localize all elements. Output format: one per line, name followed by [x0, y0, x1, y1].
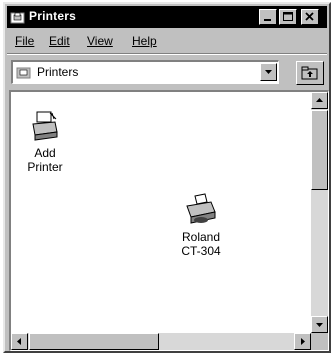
printers-folder-icon: [16, 67, 31, 79]
minimize-icon: [264, 19, 271, 21]
printers-folder-icon: [10, 12, 25, 24]
menu-bar: File Edit View Help: [7, 31, 327, 51]
horizontal-scrollbar[interactable]: [11, 333, 311, 350]
menu-file[interactable]: File: [15, 34, 34, 48]
add-printer-icon: [32, 111, 58, 141]
up-one-level-button[interactable]: [296, 61, 324, 85]
maximize-button[interactable]: [279, 9, 297, 25]
vertical-scrollbar[interactable]: [311, 92, 328, 333]
roland-ct304-item[interactable]: Roland CT-304: [171, 192, 231, 258]
arrow-down-icon: [316, 323, 323, 327]
folder-content-area[interactable]: Add Printer Roland CT-304: [9, 90, 329, 351]
minimize-button[interactable]: [259, 9, 277, 25]
vertical-scroll-thumb[interactable]: [311, 110, 328, 190]
printer-label-line1: Roland: [181, 230, 221, 244]
menu-separator: [7, 53, 327, 55]
menu-help[interactable]: Help: [132, 34, 157, 48]
window-title: Printers: [29, 9, 76, 23]
arrow-left-icon: [17, 338, 21, 345]
arrow-up-icon: [316, 98, 323, 102]
menu-view[interactable]: View: [87, 34, 113, 48]
add-printer-item[interactable]: Add Printer: [15, 110, 75, 174]
address-dropdown-button[interactable]: [260, 63, 277, 81]
address-combobox[interactable]: Printers: [11, 60, 279, 84]
maximize-icon: [283, 12, 293, 21]
printers-window: Printers File Edit View Help Printers Ad…: [3, 2, 331, 353]
close-button[interactable]: [301, 9, 319, 25]
horizontal-scroll-thumb[interactable]: [29, 333, 159, 350]
scroll-right-button[interactable]: [294, 333, 311, 350]
arrow-right-icon: [301, 338, 305, 345]
add-printer-label: Add Printer: [27, 146, 63, 174]
printer-icon: [186, 193, 216, 224]
menu-edit[interactable]: Edit: [49, 34, 70, 48]
address-value: Printers: [37, 65, 79, 79]
title-bar[interactable]: Printers: [7, 6, 327, 28]
printer-label-line2: CT-304: [181, 244, 221, 258]
scroll-down-button[interactable]: [311, 316, 328, 333]
chevron-down-icon: [265, 70, 272, 74]
up-folder-icon: [301, 66, 318, 80]
scroll-left-button[interactable]: [11, 333, 28, 350]
scrollbar-corner: [311, 333, 328, 350]
close-icon: [305, 12, 314, 21]
scroll-up-button[interactable]: [311, 92, 328, 109]
